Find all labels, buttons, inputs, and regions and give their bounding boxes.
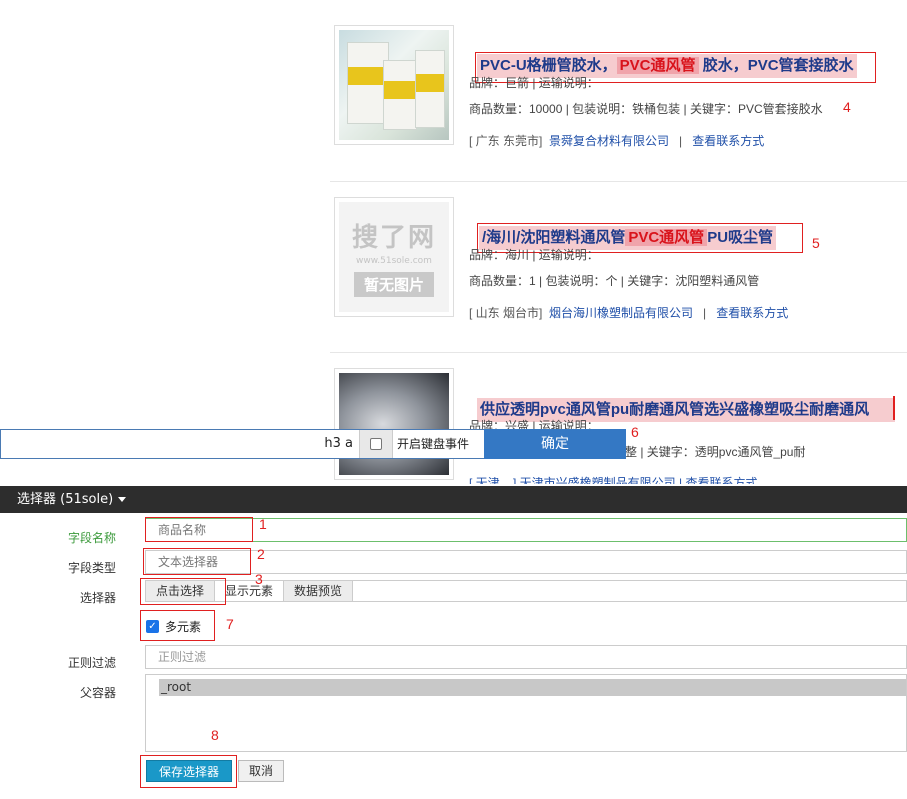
annotation-number: 3 <box>255 571 263 587</box>
company-link[interactable]: 烟台海川橡塑制品有限公司 <box>549 306 693 320</box>
regex-filter-input[interactable]: 正则过滤 <box>145 645 907 669</box>
glue-cans-image <box>339 30 449 140</box>
parent-option-root[interactable]: _root <box>159 679 906 696</box>
product-location-line: [ 天津 ...] 天津市兴盛橡塑制品有限公司 | 查看联系方式 <box>469 476 758 484</box>
annotation-number: 8 <box>211 727 219 743</box>
company-link[interactable]: 景舜复合材料有限公司 <box>549 134 669 148</box>
annotation-number: 6 <box>631 424 639 440</box>
product-brand-line: 品牌：巨箭 | 运输说明： <box>469 76 599 90</box>
product-location-line: [ 广东 东莞市] 景舜复合材料有限公司 | 查看联系方式 <box>469 134 765 148</box>
confirm-button[interactable]: 确定 <box>484 429 626 459</box>
field-name-label: 字段名称 <box>67 531 116 545</box>
panel-title: 选择器 (51sole) <box>17 492 114 507</box>
transparent-hose-image <box>339 373 449 475</box>
contact-link[interactable]: 查看联系方式 <box>692 134 764 148</box>
regex-filter-label: 正则过滤 <box>67 656 116 670</box>
selector-label: 选择器 <box>79 591 116 605</box>
product-quantity-line: 商品数量：1 | 包装说明：个 | 关键字：沈阳塑料通风管 <box>469 274 760 288</box>
keyboard-events-checkbox[interactable] <box>359 430 392 458</box>
divider <box>330 181 907 182</box>
contact-link[interactable]: 查看联系方式 <box>716 306 788 320</box>
field-type-label: 字段类型 <box>67 561 116 575</box>
annotation-box <box>140 578 226 605</box>
annotation-box <box>140 755 237 788</box>
parent-container-select[interactable]: _root <box>145 674 907 752</box>
annotation-number: 5 <box>812 235 820 251</box>
annotation-box <box>143 548 251 575</box>
product-thumbnail[interactable] <box>334 25 454 145</box>
keyboard-events-label: 开启键盘事件 <box>392 430 484 458</box>
cancel-button[interactable]: 取消 <box>238 760 284 782</box>
annotation-box <box>893 396 895 420</box>
annotation-number: 7 <box>226 616 234 632</box>
selector-input[interactable]: h3 a <box>1 430 359 458</box>
annotation-box <box>145 517 253 542</box>
chevron-down-icon <box>118 497 127 502</box>
product-location-line: [ 山东 烟台市] 烟台海川橡塑制品有限公司 | 查看联系方式 <box>469 306 789 320</box>
product-quantity-line: 商品数量：10000 | 包装说明：铁桶包装 | 关键字：PVC管套接胶水 <box>469 102 823 116</box>
product-brand-line: 品牌：海川 | 运输说明： <box>469 248 599 262</box>
parent-container-label: 父容器 <box>79 686 116 700</box>
annotation-number: 1 <box>259 516 267 532</box>
annotation-box <box>140 610 215 641</box>
selector-panel-header[interactable]: 选择器 (51sole) <box>0 486 907 513</box>
annotation-number: 2 <box>257 546 265 562</box>
selector-toolbar: h3 a 开启键盘事件 确定 <box>0 429 626 459</box>
product-quantity-line: 整 | 关键字：透明pvc通风管_pu耐 <box>625 445 806 459</box>
product-thumbnail[interactable] <box>334 368 454 480</box>
annotation-number: 4 <box>843 99 851 115</box>
data-preview-button[interactable]: 数据预览 <box>284 581 354 601</box>
product-thumbnail[interactable]: 搜了网 www.51sole.com 暂无图片 <box>334 197 454 317</box>
no-image-placeholder: 搜了网 www.51sole.com 暂无图片 <box>339 202 449 312</box>
divider <box>330 352 907 353</box>
